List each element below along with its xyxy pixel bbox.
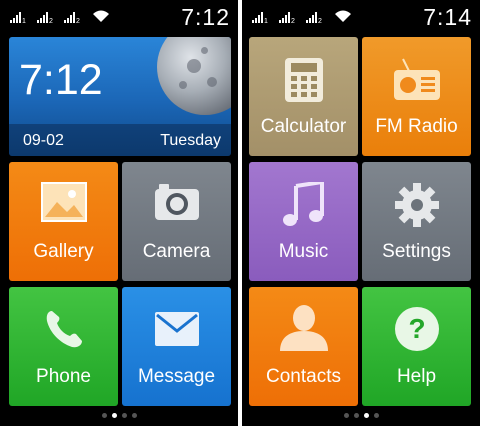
signal-icon-sim1 xyxy=(252,12,263,23)
tile-label: Calculator xyxy=(260,116,347,137)
sim2-label: 2 xyxy=(49,18,53,25)
tile-label: Message xyxy=(137,366,216,387)
sim1-label: 1 xyxy=(22,18,26,25)
page-dot[interactable] xyxy=(101,413,107,418)
page-dot[interactable] xyxy=(373,413,379,418)
tile-label: Camera xyxy=(142,241,211,262)
tile-calculator[interactable]: Calculator xyxy=(249,37,358,156)
status-bar: 1 2 2 7:12 xyxy=(0,0,238,34)
wifi-icon xyxy=(93,10,109,22)
page-dot[interactable] xyxy=(353,413,359,418)
tile-contacts[interactable]: Contacts xyxy=(249,287,358,406)
page-indicator xyxy=(242,413,480,418)
moon-image xyxy=(157,37,231,115)
tile-message[interactable]: Message xyxy=(122,287,231,406)
tile-help[interactable]: ? Help xyxy=(362,287,471,406)
calculator-icon xyxy=(284,58,323,102)
status-bar: 1 2 2 7:14 xyxy=(242,0,480,34)
camera-icon xyxy=(154,184,199,220)
widget-date: 09-02 xyxy=(23,132,64,149)
gallery-icon xyxy=(40,182,87,222)
tile-camera[interactable]: Camera xyxy=(122,162,231,281)
tile-music[interactable]: Music xyxy=(249,162,358,281)
tile-label: Phone xyxy=(36,366,91,387)
page-indicator xyxy=(0,413,238,418)
tile-phone[interactable]: Phone xyxy=(9,287,118,406)
signal-icon-sim1 xyxy=(10,12,21,23)
status-clock: 7:12 xyxy=(181,4,230,30)
svg-text:?: ? xyxy=(408,313,425,344)
clock-widget[interactable]: 7:12 09-02 Tuesday xyxy=(9,37,231,156)
radio-icon xyxy=(393,58,440,100)
tile-settings[interactable]: Settings xyxy=(362,162,471,281)
widget-date-bar: 09-02 Tuesday xyxy=(9,124,231,156)
widget-time: 7:12 xyxy=(19,56,103,104)
tile-label: Contacts xyxy=(266,366,341,387)
tile-label: Help xyxy=(396,366,437,387)
sim2-label: 2 xyxy=(291,18,295,25)
page-dot[interactable] xyxy=(121,413,127,418)
tile-fm-radio[interactable]: FM Radio xyxy=(362,37,471,156)
home-screen-page-3: 1 2 2 7:14 Calculator FM Radio Music Set… xyxy=(242,0,480,426)
status-clock: 7:14 xyxy=(423,4,472,30)
sim3-label: 2 xyxy=(76,18,80,25)
page-dot-active[interactable] xyxy=(111,413,117,418)
tile-label: Settings xyxy=(382,241,451,262)
sim1-label: 1 xyxy=(264,18,268,25)
tile-label: Gallery xyxy=(33,241,94,262)
phone-icon xyxy=(46,311,82,348)
signal-icon-sim3 xyxy=(64,12,75,23)
page-dot[interactable] xyxy=(343,413,349,418)
signal-icon-sim2 xyxy=(279,12,290,23)
home-screen-page-2: 1 2 2 7:12 7:12 09-02 Tuesday Gallery Ca… xyxy=(0,0,238,426)
help-icon: ? xyxy=(394,307,439,351)
page-dot-active[interactable] xyxy=(363,413,369,418)
gear-icon xyxy=(394,183,439,227)
wifi-icon xyxy=(335,10,351,22)
widget-weekday: Tuesday xyxy=(160,132,221,149)
tile-label: FM Radio xyxy=(375,116,458,137)
signal-icon-sim2 xyxy=(37,12,48,23)
message-icon xyxy=(154,312,199,346)
contacts-icon xyxy=(279,305,328,351)
page-dot[interactable] xyxy=(131,413,137,418)
signal-icon-sim3 xyxy=(306,12,317,23)
music-icon xyxy=(282,182,324,226)
tile-gallery[interactable]: Gallery xyxy=(9,162,118,281)
tile-label: Music xyxy=(278,241,329,262)
sim3-label: 2 xyxy=(318,18,322,25)
